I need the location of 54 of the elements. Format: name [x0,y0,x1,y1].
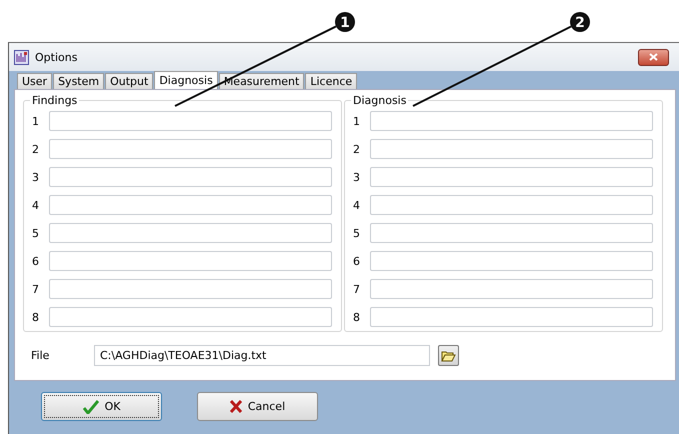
row-number: 8 [32,310,40,324]
input-field[interactable] [370,307,653,327]
row-number: 2 [32,142,40,156]
checkmark-icon [82,400,99,414]
tab[interactable]: Output [105,73,154,89]
row-number: 1 [32,114,40,128]
input-field[interactable] [49,251,332,271]
input-field[interactable] [370,139,653,159]
input-field[interactable] [49,223,332,243]
input-field[interactable] [49,167,332,187]
input-field[interactable] [370,279,653,299]
input-field[interactable] [49,139,332,159]
row-number: 5 [353,226,361,240]
window-title: Options [35,50,78,64]
row-number: 3 [353,170,361,184]
row-number: 4 [32,198,40,212]
row-number: 2 [353,142,361,156]
browse-button[interactable] [438,345,459,366]
input-field[interactable] [49,111,332,131]
close-button[interactable] [638,48,669,66]
group-title: Diagnosis [351,94,408,107]
row-number: 8 [353,310,361,324]
ok-button[interactable]: OK [41,392,162,421]
row-number: 3 [32,170,40,184]
file-path-field[interactable]: C:\AGHDiag\TEOAE31\Diag.txt [94,345,430,366]
tab[interactable]: User [17,73,52,89]
row-number: 1 [353,114,361,128]
tab[interactable]: Licence [305,73,358,89]
app-icon [14,50,29,64]
cross-icon [230,400,242,413]
input-field[interactable] [370,251,653,271]
input-field[interactable] [370,167,653,187]
input-field[interactable] [370,223,653,243]
row-number: 5 [32,226,40,240]
row-number: 7 [32,282,40,296]
row-number: 7 [353,282,361,296]
folder-icon [441,350,456,362]
group-title: Findings [30,94,80,107]
row-number: 6 [353,254,361,268]
input-field[interactable] [370,195,653,215]
input-field[interactable] [49,195,332,215]
input-field[interactable] [49,307,332,327]
tab[interactable]: Measurement [218,73,304,89]
file-label: File [31,349,50,362]
input-field[interactable] [49,279,332,299]
cancel-button[interactable]: Cancel [197,392,318,421]
close-icon [649,53,658,61]
callout-badge: 2 [570,12,590,32]
tab[interactable]: Diagnosis [154,71,218,89]
tab[interactable]: System [53,73,104,89]
row-number: 4 [353,198,361,212]
input-field[interactable] [370,111,653,131]
row-number: 6 [32,254,40,268]
callout-badge: 1 [335,12,355,32]
